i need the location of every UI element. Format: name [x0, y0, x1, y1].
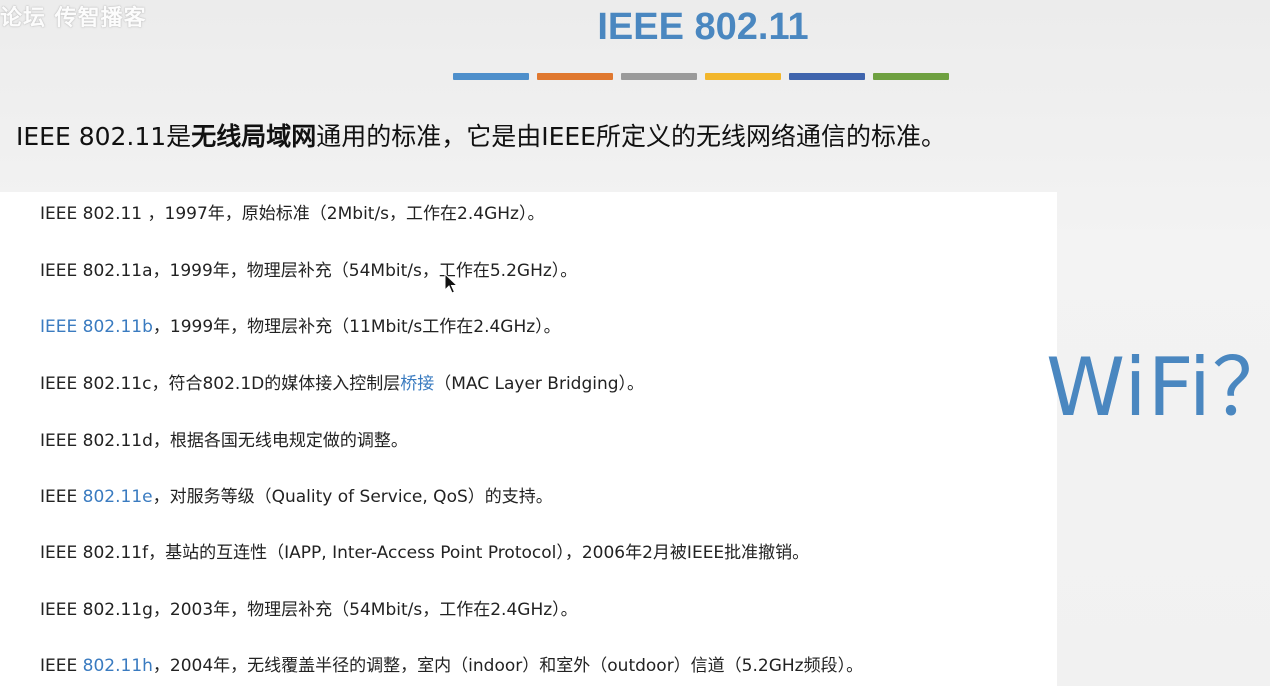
standards-panel: IEEE 802.11 ，1997年，原始标准（2Mbit/s，工作在2.4GH… [0, 192, 1057, 686]
wifi-question: WiFi？ [1046, 341, 1270, 434]
item-text: IEEE 802.11d，根据各国无线电规定做的调整。 [40, 431, 408, 451]
divider-segment [621, 73, 697, 80]
divider-segment [537, 73, 613, 80]
standard-link[interactable]: 802.11h [83, 656, 153, 676]
item-text: IEEE 802.11g，2003年，物理层补充（54Mbit/s，工作在2.4… [40, 600, 578, 620]
divider-segment [873, 73, 949, 80]
divider-segment [705, 73, 781, 80]
title-divider [453, 73, 949, 80]
item-text: IEEE [40, 656, 83, 676]
item-text: ，2004年，无线覆盖半径的调整，室内（indoor）和室外（outdoor）信… [152, 656, 864, 676]
item-text: IEEE 802.11f，基站的互连性（IAPP, Inter-Access P… [40, 543, 810, 563]
item-text: （MAC Layer Bridging）。 [434, 374, 645, 394]
standard-item: IEEE 802.11f，基站的互连性（IAPP, Inter-Access P… [40, 538, 809, 563]
divider-segment [789, 73, 865, 80]
divider-segment [453, 73, 529, 80]
bridging-link[interactable]: 桥接 [400, 374, 434, 394]
standard-item: IEEE 802.11h，2004年，无线覆盖半径的调整，室内（indoor）和… [40, 651, 863, 676]
standard-link[interactable]: IEEE 802.11b [40, 317, 153, 337]
item-text: ，1999年，物理层补充（11Mbit/s工作在2.4GHz）。 [152, 317, 561, 337]
standard-item: IEEE 802.11 ，1997年，原始标准（2Mbit/s，工作在2.4GH… [40, 199, 544, 224]
standard-item: IEEE 802.11e，对服务等级（Quality of Service, Q… [40, 482, 553, 507]
intro-bold: 无线局域网 [191, 122, 317, 151]
intro-suffix: 通用的标准，它是由IEEE所定义的无线网络通信的标准。 [316, 122, 946, 151]
standard-item: IEEE 802.11c，符合802.1D的媒体接入控制层桥接（MAC Laye… [40, 369, 644, 394]
item-text: IEEE [40, 487, 83, 507]
standard-item: IEEE 802.11d，根据各国无线电规定做的调整。 [40, 426, 408, 451]
slide-title: IEEE 802.11 [597, 6, 809, 48]
item-text: ，对服务等级（Quality of Service, QoS）的支持。 [152, 487, 553, 507]
standard-item: IEEE 802.11g，2003年，物理层补充（54Mbit/s，工作在2.4… [40, 595, 578, 620]
standard-item: IEEE 802.11b，1999年，物理层补充（11Mbit/s工作在2.4G… [40, 312, 561, 337]
mouse-pointer-icon [444, 273, 458, 294]
intro-prefix: IEEE 802.11是 [16, 122, 192, 151]
standard-item: IEEE 802.11a，1999年，物理层补充（54Mbit/s，工作在5.2… [40, 256, 577, 281]
item-text: IEEE 802.11c，符合802.1D的媒体接入控制层 [40, 374, 401, 394]
intro-text: IEEE 802.11是无线局域网通用的标准，它是由IEEE所定义的无线网络通信… [16, 117, 946, 153]
standard-link[interactable]: 802.11e [83, 487, 153, 507]
item-text: IEEE 802.11a，1999年，物理层补充（54Mbit/s，工作在5.2… [40, 261, 578, 281]
item-text: IEEE 802.11 ，1997年，原始标准（2Mbit/s，工作在2.4GH… [40, 204, 545, 224]
